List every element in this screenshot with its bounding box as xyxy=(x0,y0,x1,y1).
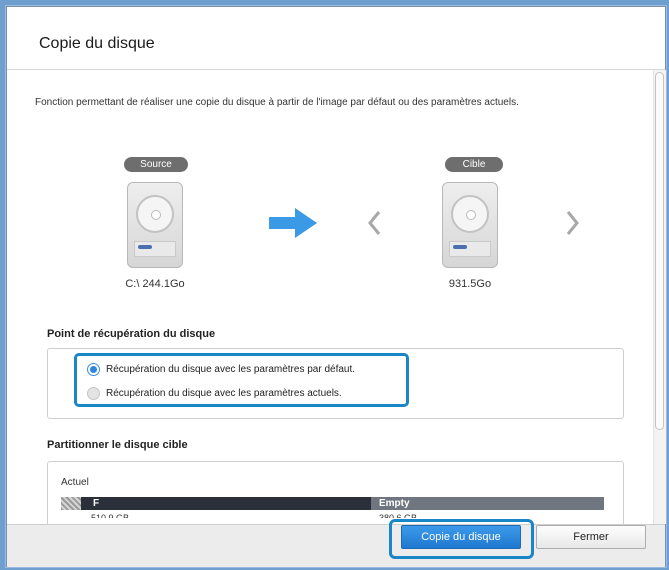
chevron-left-icon[interactable] xyxy=(367,210,383,236)
scrollbar-thumb[interactable] xyxy=(655,72,664,430)
radio-button-checked[interactable] xyxy=(87,363,100,376)
target-pill: Cible xyxy=(445,157,503,172)
partition-section-title: Partitionner le disque cible xyxy=(47,439,188,451)
content-area: Fonction permettant de réaliser une copi… xyxy=(7,70,653,524)
source-pill: Source xyxy=(124,157,188,172)
partition-box xyxy=(47,461,624,531)
partition-bar: F Empty xyxy=(61,497,604,510)
recovery-section-title: Point de récupération du disque xyxy=(47,328,216,340)
close-button[interactable]: Fermer xyxy=(536,525,646,549)
vertical-scrollbar[interactable] xyxy=(653,70,666,524)
partition-f-segment[interactable]: F xyxy=(81,497,371,510)
hard-disk-icon xyxy=(127,182,183,268)
radio-button-unchecked[interactable] xyxy=(87,387,100,400)
copy-disk-dialog: Copie du disque Fonction permettant de r… xyxy=(6,6,666,567)
target-disk-size: 931.5Go xyxy=(448,278,492,290)
partition-empty-segment[interactable]: Empty xyxy=(371,497,604,510)
chevron-right-icon[interactable] xyxy=(565,210,581,236)
partition-reserved-segment xyxy=(61,497,81,510)
description-text: Fonction permettant de réaliser une copi… xyxy=(35,97,519,108)
source-disk-size: C:\ 244.1Go xyxy=(125,278,185,290)
hard-disk-icon xyxy=(442,182,498,268)
partition-empty-size: 380.6 GB xyxy=(379,513,418,518)
arrow-right-icon xyxy=(269,208,317,238)
radio-current-label: Récupération du disque avec les paramètr… xyxy=(106,388,342,399)
title-bar: Copie du disque xyxy=(7,7,665,70)
radio-default-label: Récupération du disque avec les paramètr… xyxy=(106,364,356,375)
dialog-title: Copie du disque xyxy=(39,35,155,52)
partition-f-size: 510.9 GB xyxy=(91,513,130,518)
partition-current-label: Actuel xyxy=(61,477,89,488)
copy-disk-button[interactable]: Copie du disque xyxy=(401,525,521,549)
